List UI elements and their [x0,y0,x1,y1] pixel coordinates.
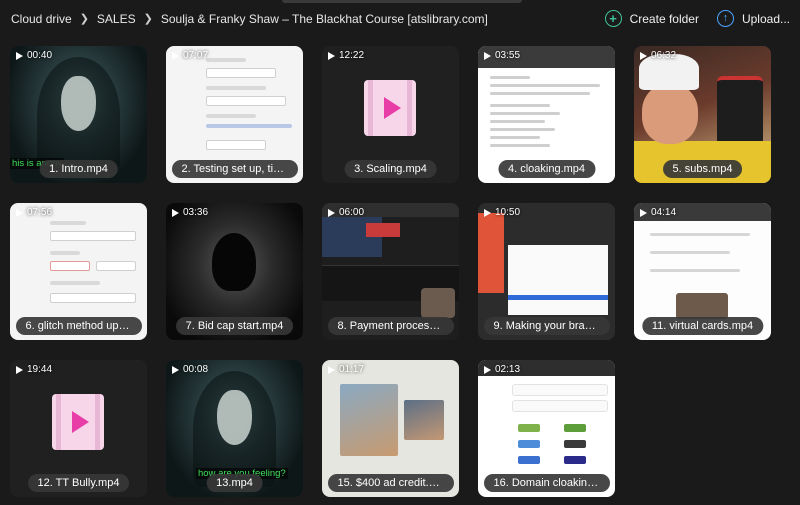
duration-text: 06:32 [651,50,677,61]
duration-text: 00:40 [27,50,53,61]
chevron-right-icon: ❯ [79,13,89,25]
file-name: 5. subs.mp4 [662,160,743,178]
file-tile[interactable]: his is anony 00:40 1. Intro.mp4 [10,46,147,183]
chevron-right-icon: ❯ [143,13,153,25]
file-tile[interactable]: 19:44 12. TT Bully.mp4 [10,360,147,497]
file-tile[interactable]: 04:14 11. virtual cards.mp4 [634,203,771,340]
duration-badge: 07:56 [16,207,52,218]
arrow-up-circle-icon: ↑ [716,10,734,27]
play-triangle-icon [328,208,335,217]
play-triangle-icon [172,365,179,374]
duration-badge: 01:17 [328,364,364,375]
play-triangle-icon [484,365,491,374]
duration-badge: 03:36 [172,207,208,218]
upload-label: Upload... [741,11,790,26]
duration-text: 00:08 [183,364,209,375]
file-name: 1. Intro.mp4 [39,160,118,178]
duration-badge: 03:55 [484,50,520,61]
breadcrumb-sales[interactable]: SALES [97,12,136,26]
breadcrumb-cloud-drive[interactable]: Cloud drive [11,12,72,26]
breadcrumb: Cloud drive ❯ SALES ❯ Soulja & Franky Sh… [0,12,488,26]
play-triangle-icon [328,51,335,60]
play-triangle-icon [16,51,23,60]
file-name: 4. cloaking.mp4 [497,160,596,178]
file-name: 2. Testing set up, tikto... [171,160,298,178]
duration-text: 02:13 [495,364,521,375]
file-tile[interactable]: 06:00 8. Payment processin... [322,203,459,340]
duration-badge: 00:40 [16,50,52,61]
duration-text: 07:56 [27,207,53,218]
duration-badge: 00:08 [172,364,208,375]
duration-text: 07:07 [183,50,209,61]
file-tile[interactable]: 10:50 9. Making your brand ... [478,203,615,340]
duration-badge: 06:00 [328,207,364,218]
play-triangle-icon [172,208,179,217]
play-triangle-icon [640,208,647,217]
file-tile[interactable]: 01:17 15. $400 ad credit.mp4 [322,360,459,497]
file-tile[interactable]: 12:22 3. Scaling.mp4 [322,46,459,183]
top-bar: Cloud drive ❯ SALES ❯ Soulja & Franky Sh… [0,0,800,37]
duration-badge: 07:07 [172,50,208,61]
file-name: 7. Bid cap start.mp4 [175,317,294,335]
play-triangle-icon [484,208,491,217]
file-tile[interactable]: 06:32 5. subs.mp4 [634,46,771,183]
duration-badge: 02:13 [484,364,520,375]
duration-text: 06:00 [339,207,365,218]
file-name: 16. Domain cloaking.... [483,474,610,492]
play-triangle-icon [640,51,647,60]
file-tile[interactable]: 07:07 2. Testing set up, tikto... [166,46,303,183]
play-triangle-icon [484,51,491,60]
file-name: 8. Payment processin... [327,317,454,335]
file-tile[interactable]: how are you feeling? 00:08 13.mp4 [166,360,303,497]
file-tile[interactable]: 03:55 4. cloaking.mp4 [478,46,615,183]
file-tile[interactable]: 07:56 6. glitch method upda... [10,203,147,340]
duration-text: 01:17 [339,364,365,375]
file-name: 6. glitch method upda... [15,317,142,335]
duration-badge: 10:50 [484,207,520,218]
play-triangle-icon [172,51,179,60]
duration-text: 03:36 [183,207,209,218]
file-name: 13.mp4 [206,474,263,492]
video-file-icon [52,394,104,450]
duration-badge: 19:44 [16,364,52,375]
video-file-icon [364,80,416,136]
breadcrumb-current-folder[interactable]: Soulja & Franky Shaw – The Blackhat Cour… [161,12,488,26]
play-triangle-icon [16,365,23,374]
duration-text: 12:22 [339,50,365,61]
duration-badge: 04:14 [640,207,676,218]
duration-text: 10:50 [495,207,521,218]
upload-button[interactable]: ↑ Upload... [716,10,790,27]
plus-circle-icon: + [604,10,622,27]
create-folder-button[interactable]: + Create folder [604,10,699,27]
file-name: 11. virtual cards.mp4 [641,317,764,335]
file-tile[interactable]: 03:36 7. Bid cap start.mp4 [166,203,303,340]
file-name: 9. Making your brand ... [483,317,610,335]
file-name: 12. TT Bully.mp4 [27,474,130,492]
file-name: 3. Scaling.mp4 [344,160,437,178]
duration-text: 03:55 [495,50,521,61]
file-tile[interactable]: 02:13 16. Domain cloaking.... [478,360,615,497]
toolbar-actions: + Create folder ↑ Upload... [604,0,790,37]
play-triangle-icon [16,208,23,217]
file-name: 15. $400 ad credit.mp4 [327,474,454,492]
duration-text: 19:44 [27,364,53,375]
duration-badge: 12:22 [328,50,364,61]
create-folder-label: Create folder [629,11,699,26]
play-triangle-icon [328,365,335,374]
duration-text: 04:14 [651,207,677,218]
duration-badge: 06:32 [640,50,676,61]
